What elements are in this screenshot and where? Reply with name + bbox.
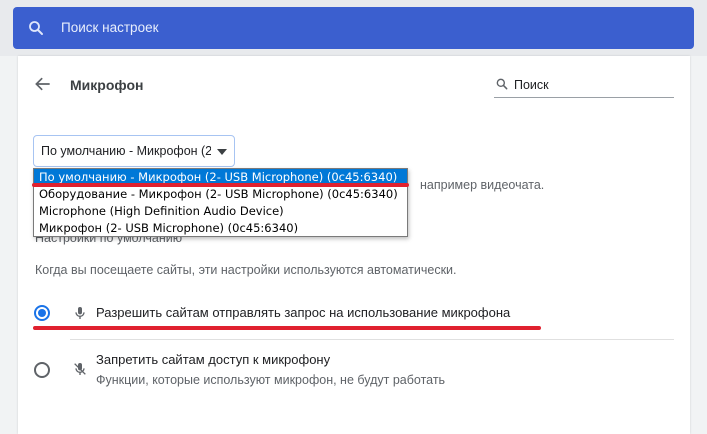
hint-text: например видеочата. [420, 178, 545, 192]
settings-card: Микрофон Поиск По умолчанию - Микрофон (… [18, 56, 690, 434]
divider [70, 339, 674, 340]
block-option-label[interactable]: Запретить сайтам доступ к микрофону [96, 352, 330, 367]
microphone-dropdown-list[interactable]: По умолчанию - Микрофон (2- USB Micropho… [33, 168, 408, 237]
chevron-down-icon [217, 149, 227, 155]
annotation-underline [33, 326, 541, 330]
page-search-input[interactable]: Поиск [494, 74, 674, 98]
annotation-underline [32, 183, 409, 187]
dropdown-option[interactable]: Оборудование - Микрофон (2- USB Micropho… [34, 186, 407, 203]
block-option-sublabel: Функции, которые используют микрофон, не… [96, 373, 446, 387]
mic-off-icon [74, 363, 86, 375]
section-description: Когда вы посещаете сайты, эти настройки … [35, 263, 457, 277]
search-icon [496, 78, 508, 90]
search-icon [29, 21, 43, 35]
allow-radio[interactable] [34, 305, 50, 321]
settings-search-placeholder: Поиск настроек [61, 20, 159, 35]
page-search-placeholder: Поиск [514, 78, 549, 92]
block-radio[interactable] [34, 362, 50, 378]
page-title: Микрофон [70, 77, 144, 93]
top-bar: Поиск настроек [0, 0, 707, 56]
dropdown-option[interactable]: Микрофон (2- USB Microphone) (0c45:6340) [34, 220, 407, 237]
allow-option-label[interactable]: Разрешить сайтам отправлять запрос на ис… [96, 305, 510, 320]
back-arrow-icon[interactable] [33, 74, 53, 94]
microphone-select[interactable]: По умолчанию - Микрофон (2- USB Micropho… [33, 135, 235, 167]
dropdown-option[interactable]: Microphone (High Definition Audio Device… [34, 203, 407, 220]
settings-search-input[interactable]: Поиск настроек [13, 7, 694, 49]
microphone-select-value: По умолчанию - Микрофон (2- USB Micropho… [41, 144, 211, 158]
mic-icon [75, 307, 85, 319]
